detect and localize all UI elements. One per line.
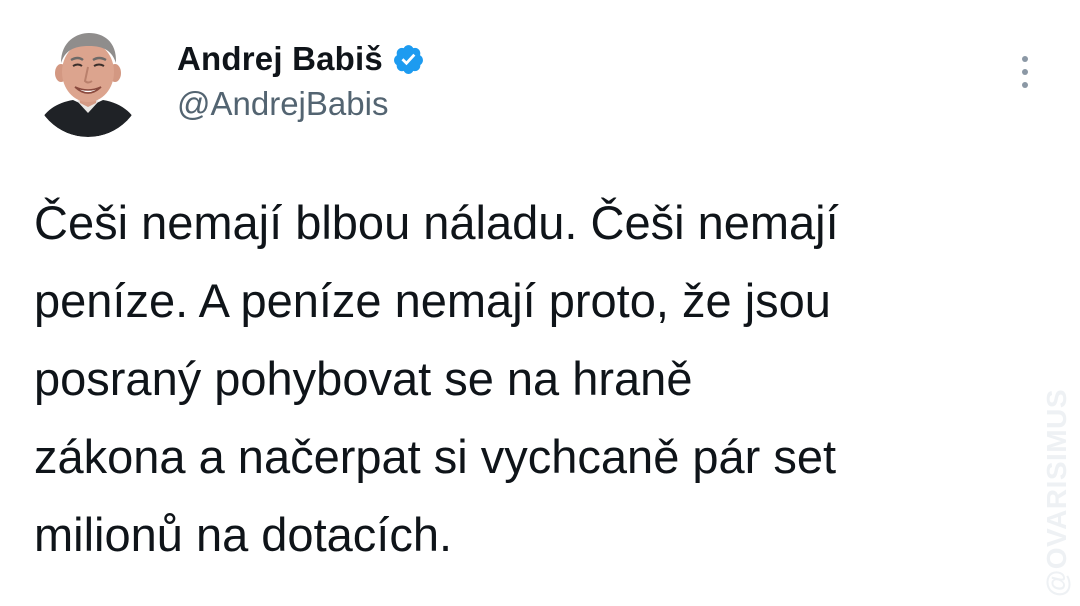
more-vertical-icon-dot <box>1022 69 1028 75</box>
avatar[interactable] <box>33 27 143 137</box>
tweet-text-line: Češi nemají blbou náladu. Češi nemají <box>34 196 839 249</box>
author-name-row: Andrej Babiš <box>177 38 425 80</box>
watermark: @OVARISIMUS <box>1037 387 1077 599</box>
profile-photo-icon <box>33 27 143 137</box>
more-options-button[interactable] <box>1008 50 1042 94</box>
author-handle[interactable]: @AndrejBabis <box>177 84 388 124</box>
tweet-text-line: posraný pohybovat se na hraně <box>34 352 693 405</box>
more-vertical-icon-dot <box>1022 82 1028 88</box>
verified-badge-icon <box>392 43 425 76</box>
author-display-name[interactable]: Andrej Babiš <box>177 39 383 79</box>
tweet-text: Češi nemají blbou náladu. Češi nemají pe… <box>34 184 1024 574</box>
tweet-text-line: peníze. A peníze nemají proto, že jsou <box>34 274 831 327</box>
watermark-text: @OVARISIMUS <box>1041 388 1072 598</box>
tweet-card: Andrej Babiš @AndrejBabis Češi nemají bl… <box>0 0 1080 606</box>
tweet-text-line: milionů na dotacích. <box>34 508 453 561</box>
more-vertical-icon <box>1022 56 1028 62</box>
tweet-text-line: zákona a načerpat si vychcaně pár set <box>34 430 837 483</box>
